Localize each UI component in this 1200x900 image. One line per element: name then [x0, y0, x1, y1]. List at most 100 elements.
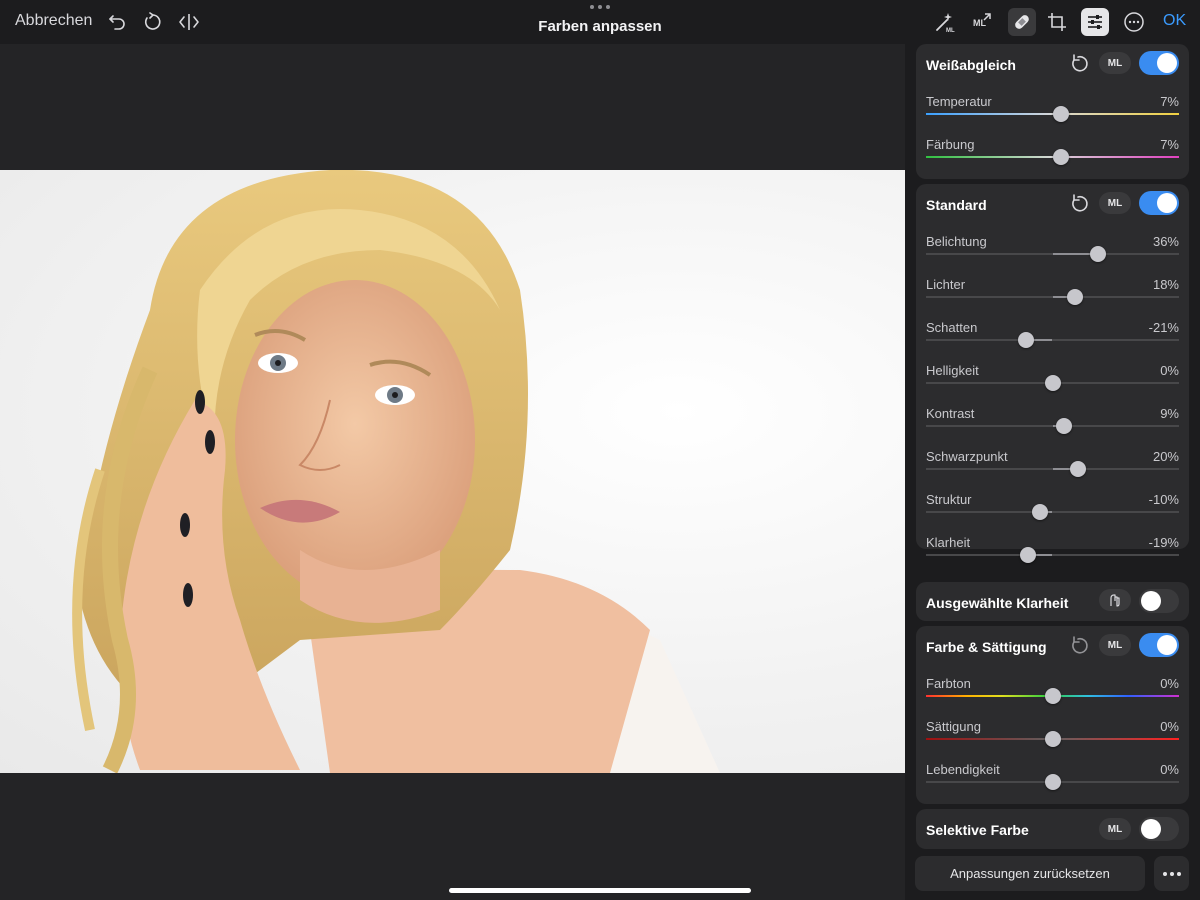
slider-lebendigkeit[interactable]: Lebendigkeit 0%: [926, 762, 1179, 802]
slider-value: 0%: [1160, 676, 1179, 691]
slider-thumb[interactable]: [1031, 504, 1048, 520]
white-balance-card: Weißabgleich ML Temperatur 7% Färbung 7%: [916, 44, 1189, 179]
slider-schwarzpunkt[interactable]: Schwarzpunkt 20%: [926, 449, 1179, 489]
slider-label: Färbung: [926, 137, 975, 152]
slider-schatten[interactable]: Schatten -21%: [926, 320, 1179, 360]
slider-track[interactable]: [926, 332, 1179, 348]
slider-struktur[interactable]: Struktur -10%: [926, 492, 1179, 532]
slider-färbung[interactable]: Färbung 7%: [926, 137, 1179, 177]
slider-value: 7%: [1160, 94, 1179, 109]
standard-card: Standard ML Belichtung 36% Lichter 18% Schat…: [916, 184, 1189, 563]
color-saturation-card: Farbe & Sättigung ML Farbton 0% Sättigung 0…: [916, 626, 1189, 804]
ok-button[interactable]: OK: [1163, 12, 1186, 30]
redo-icon[interactable]: [141, 10, 165, 34]
slider-thumb[interactable]: [1053, 149, 1070, 165]
slider-track[interactable]: [926, 375, 1179, 391]
selective-clarity-toggle[interactable]: [1139, 589, 1179, 613]
slider-value: 36%: [1152, 234, 1179, 249]
cancel-button[interactable]: Abbrechen: [15, 12, 92, 30]
white-balance-title: Weißabgleich: [926, 57, 1016, 73]
window-drag-handle[interactable]: [590, 2, 610, 12]
slider-thumb[interactable]: [1020, 547, 1037, 563]
slider-farbton[interactable]: Farbton 0%: [926, 676, 1179, 716]
selective-clarity-title: Ausgewählte Klarheit: [926, 595, 1069, 611]
white-balance-toggle[interactable]: [1139, 51, 1179, 75]
slider-label: Temperatur: [926, 94, 992, 109]
slider-label: Lebendigkeit: [926, 762, 1000, 777]
slider-klarheit[interactable]: Klarheit -19%: [926, 535, 1179, 575]
slider-thumb[interactable]: [1044, 774, 1061, 790]
slider-track[interactable]: [926, 289, 1179, 305]
slider-thumb[interactable]: [1069, 461, 1086, 477]
adjust-sliders-icon[interactable]: [1081, 8, 1109, 36]
selective-color-toggle[interactable]: [1139, 817, 1179, 841]
slider-track[interactable]: [926, 418, 1179, 434]
portrait-photo[interactable]: [0, 170, 905, 773]
adjustments-panel: Weißabgleich ML Temperatur 7% Färbung 7% St…: [905, 44, 1200, 900]
slider-belichtung[interactable]: Belichtung 36%: [926, 234, 1179, 274]
color-saturation-toggle[interactable]: [1139, 633, 1179, 657]
magic-wand-ml-icon[interactable]: ML: [933, 10, 957, 34]
crop-icon[interactable]: [1045, 10, 1069, 34]
slider-track[interactable]: [926, 106, 1179, 122]
ml-button[interactable]: ML: [1099, 818, 1131, 840]
slider-temperatur[interactable]: Temperatur 7%: [926, 94, 1179, 134]
compare-icon[interactable]: [177, 10, 201, 34]
top-toolbar: Abbrechen Farben anpassen ML ML OK: [0, 0, 1200, 44]
slider-value: -21%: [1148, 320, 1179, 335]
undo-icon[interactable]: [105, 10, 129, 34]
slider-label: Schwarzpunkt: [926, 449, 1008, 464]
slider-track[interactable]: [926, 731, 1179, 747]
slider-value: 9%: [1160, 406, 1179, 421]
slider-value: 7%: [1160, 137, 1179, 152]
slider-value: 20%: [1152, 449, 1179, 464]
slider-label: Klarheit: [926, 535, 971, 550]
slider-label: Struktur: [926, 492, 972, 507]
brush-icon[interactable]: [1099, 589, 1131, 611]
slider-track[interactable]: [926, 149, 1179, 165]
slider-value: -10%: [1148, 492, 1179, 507]
slider-thumb[interactable]: [1053, 106, 1070, 122]
reset-icon[interactable]: [1069, 52, 1091, 74]
ml-button[interactable]: ML: [1099, 192, 1131, 214]
home-indicator: [449, 888, 751, 893]
slider-thumb[interactable]: [1044, 375, 1061, 391]
slider-track[interactable]: [926, 461, 1179, 477]
slider-thumb[interactable]: [1044, 688, 1061, 704]
slider-track[interactable]: [926, 246, 1179, 262]
slider-helligkeit[interactable]: Helligkeit 0%: [926, 363, 1179, 403]
ml-button[interactable]: ML: [1099, 52, 1131, 74]
slider-track[interactable]: [926, 547, 1179, 563]
standard-toggle[interactable]: [1139, 191, 1179, 215]
slider-value: 0%: [1160, 363, 1179, 378]
selective-color-title: Selektive Farbe: [926, 822, 1029, 838]
healing-bandage-icon[interactable]: [1008, 8, 1036, 36]
slider-track[interactable]: [926, 688, 1179, 704]
slider-kontrast[interactable]: Kontrast 9%: [926, 406, 1179, 446]
slider-lichter[interactable]: Lichter 18%: [926, 277, 1179, 317]
color-saturation-title: Farbe & Sättigung: [926, 639, 1047, 655]
slider-thumb[interactable]: [1090, 246, 1107, 262]
slider-thumb[interactable]: [1055, 418, 1072, 434]
ml-button[interactable]: ML: [1099, 634, 1131, 656]
slider-label: Sättigung: [926, 719, 981, 734]
slider-sättigung[interactable]: Sättigung 0%: [926, 719, 1179, 759]
slider-track[interactable]: [926, 774, 1179, 790]
slider-label: Helligkeit: [926, 363, 979, 378]
slider-track[interactable]: [926, 504, 1179, 520]
more-circle-icon[interactable]: [1122, 10, 1146, 34]
reset-adjustments-button[interactable]: Anpassungen zurücksetzen: [915, 856, 1145, 891]
selective-color-card: Selektive Farbe ML: [916, 809, 1189, 849]
slider-label: Farbton: [926, 676, 971, 691]
slider-label: Schatten: [926, 320, 978, 335]
standard-title: Standard: [926, 197, 987, 213]
more-options-button[interactable]: [1154, 856, 1189, 891]
reset-icon[interactable]: [1069, 192, 1091, 214]
slider-thumb[interactable]: [1017, 332, 1034, 348]
slider-thumb[interactable]: [1067, 289, 1084, 305]
ml-enhance-icon[interactable]: ML: [970, 10, 994, 34]
slider-thumb[interactable]: [1044, 731, 1061, 747]
slider-label: Lichter: [926, 277, 966, 292]
slider-value: -19%: [1148, 535, 1179, 550]
reset-icon[interactable]: [1069, 634, 1091, 656]
